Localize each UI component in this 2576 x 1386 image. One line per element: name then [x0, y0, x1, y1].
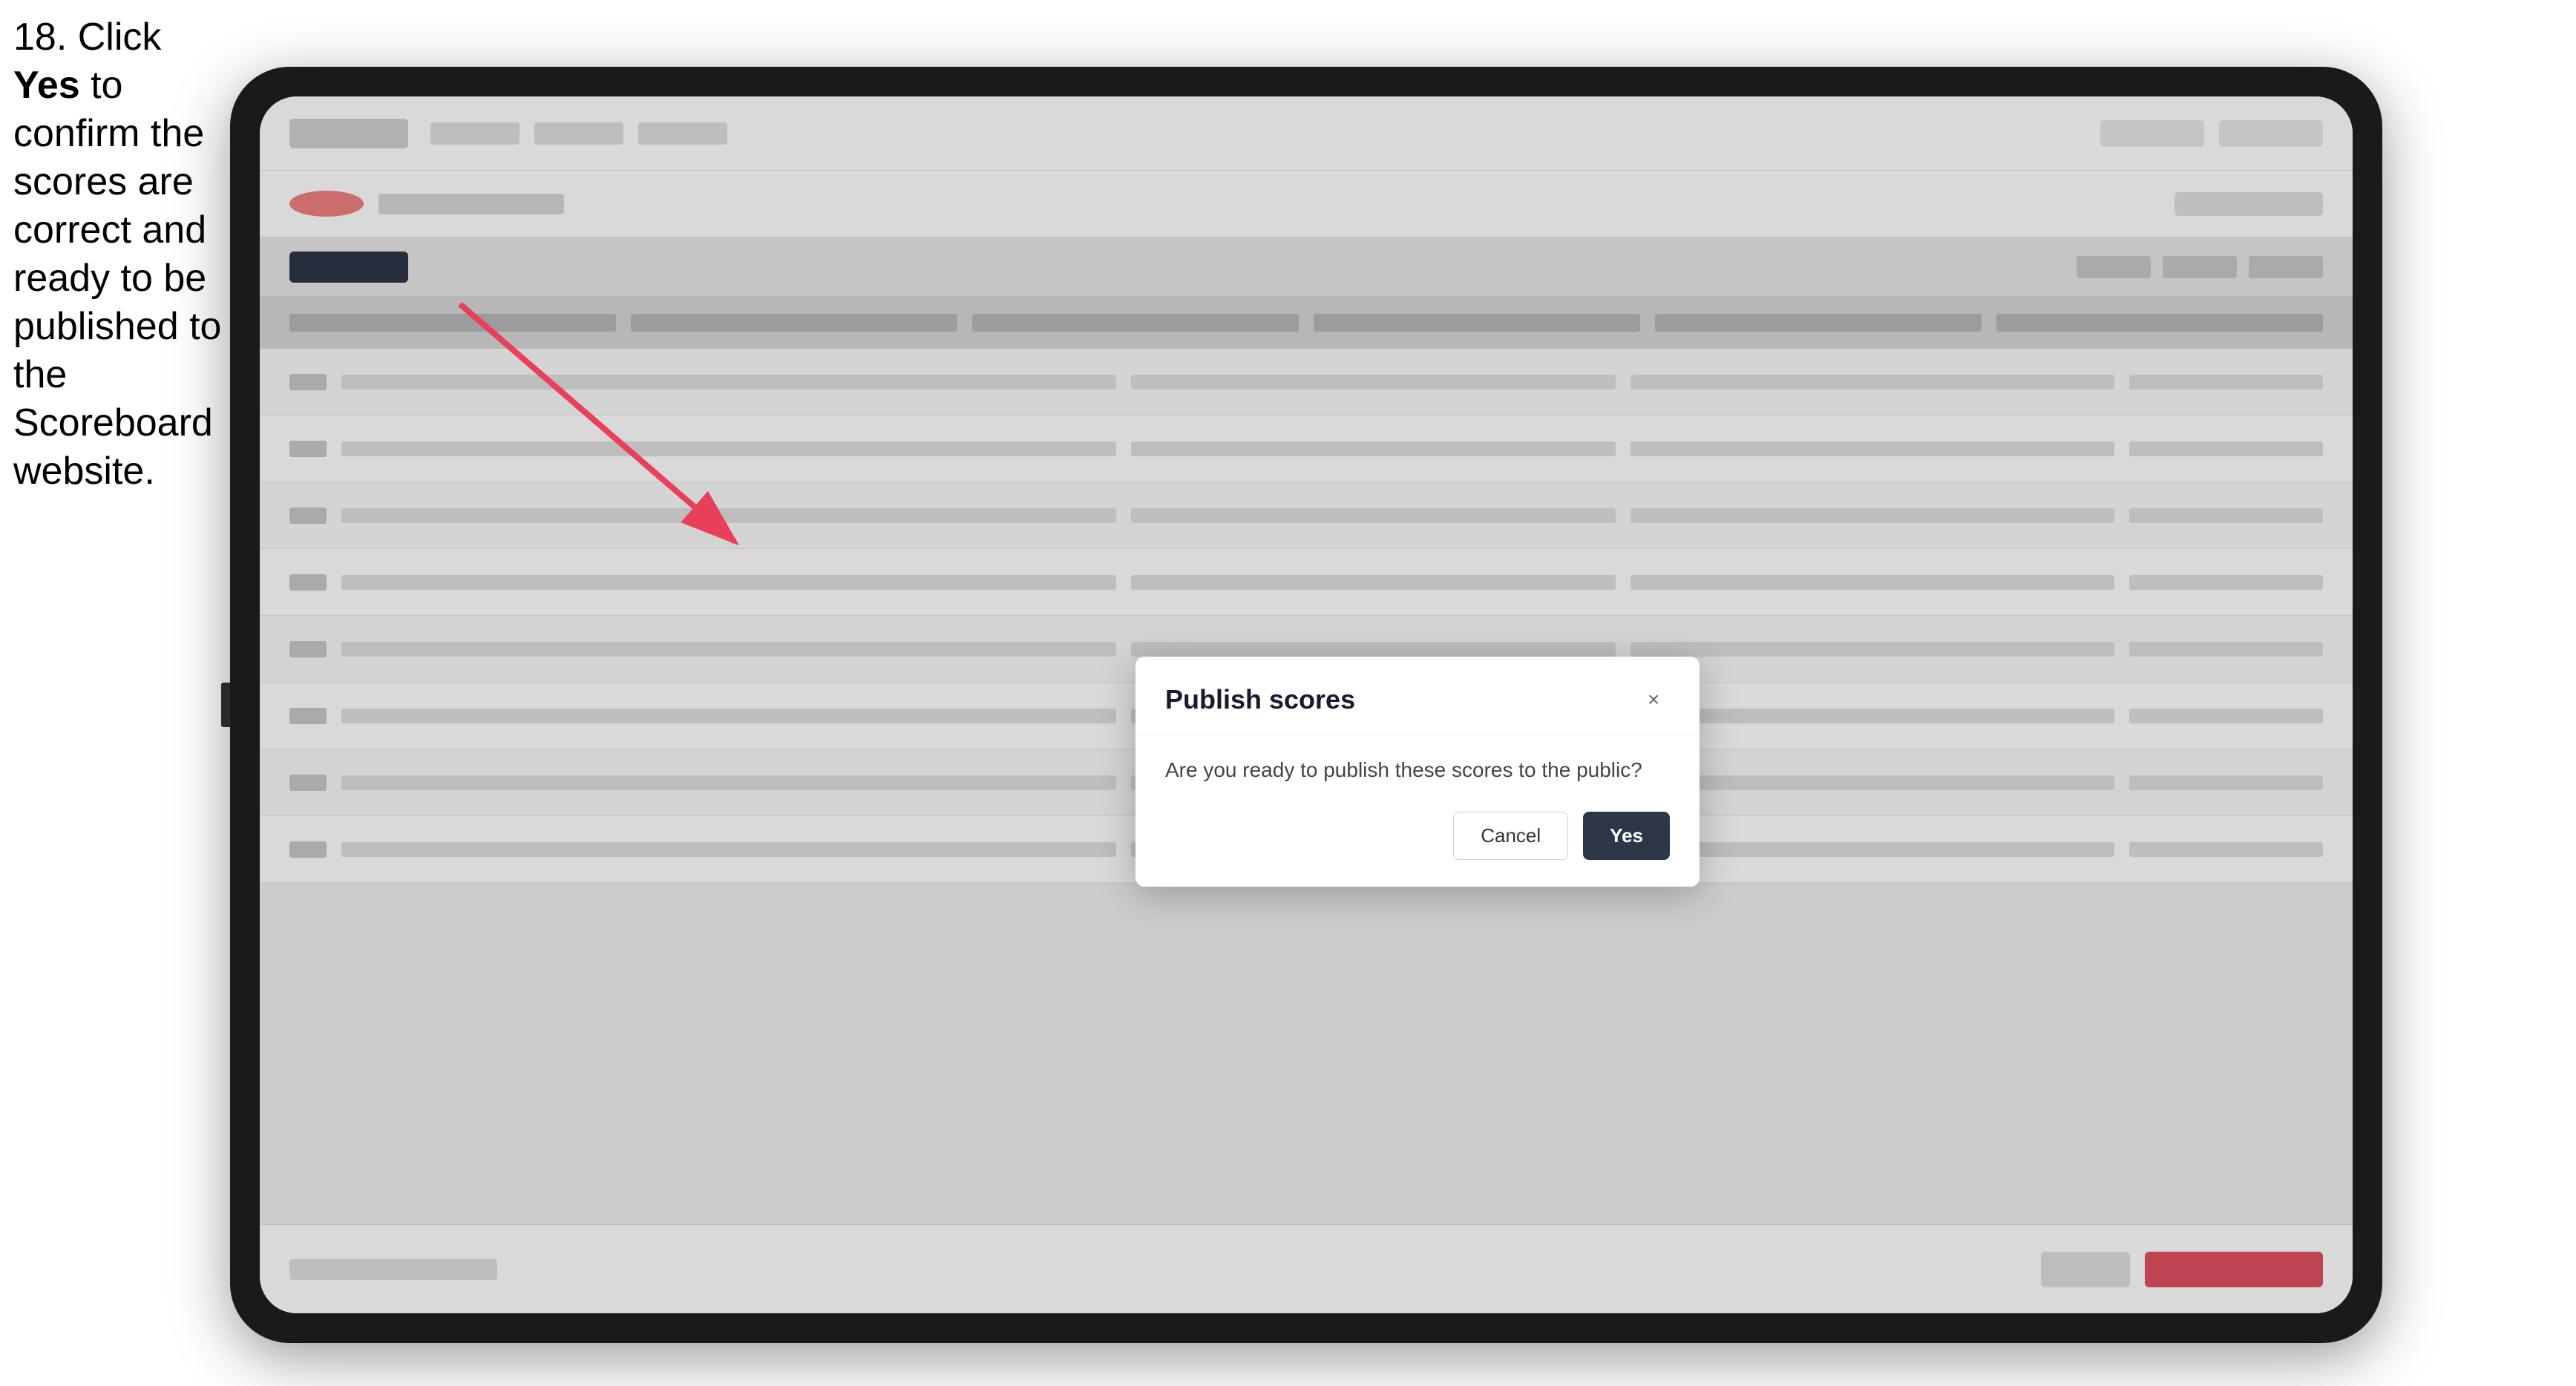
instruction-text: 18. Click Yes to confirm the scores are … [13, 13, 229, 496]
modal-header: Publish scores × [1135, 657, 1700, 735]
modal-message: Are you ready to publish these scores to… [1165, 758, 1670, 782]
tablet-device: Publish scores × Are you ready to publis… [230, 67, 2382, 1343]
modal-actions: Cancel Yes [1165, 812, 1670, 860]
instruction-number: 18. [13, 16, 67, 59]
instruction-text-part1: Click [78, 16, 162, 59]
modal-overlay: Publish scores × Are you ready to publis… [260, 96, 2353, 1313]
instruction-bold: Yes [13, 64, 80, 107]
cancel-button[interactable]: Cancel [1453, 812, 1568, 860]
publish-scores-modal: Publish scores × Are you ready to publis… [1135, 657, 1700, 887]
modal-body: Are you ready to publish these scores to… [1135, 735, 1700, 887]
tablet-screen: Publish scores × Are you ready to publis… [260, 96, 2353, 1313]
yes-button[interactable]: Yes [1583, 812, 1670, 860]
tablet-side-button [221, 683, 230, 727]
modal-close-button[interactable]: × [1637, 683, 1670, 716]
modal-title: Publish scores [1165, 684, 1355, 715]
instruction-text-part2: to confirm the scores are correct and re… [13, 64, 221, 493]
